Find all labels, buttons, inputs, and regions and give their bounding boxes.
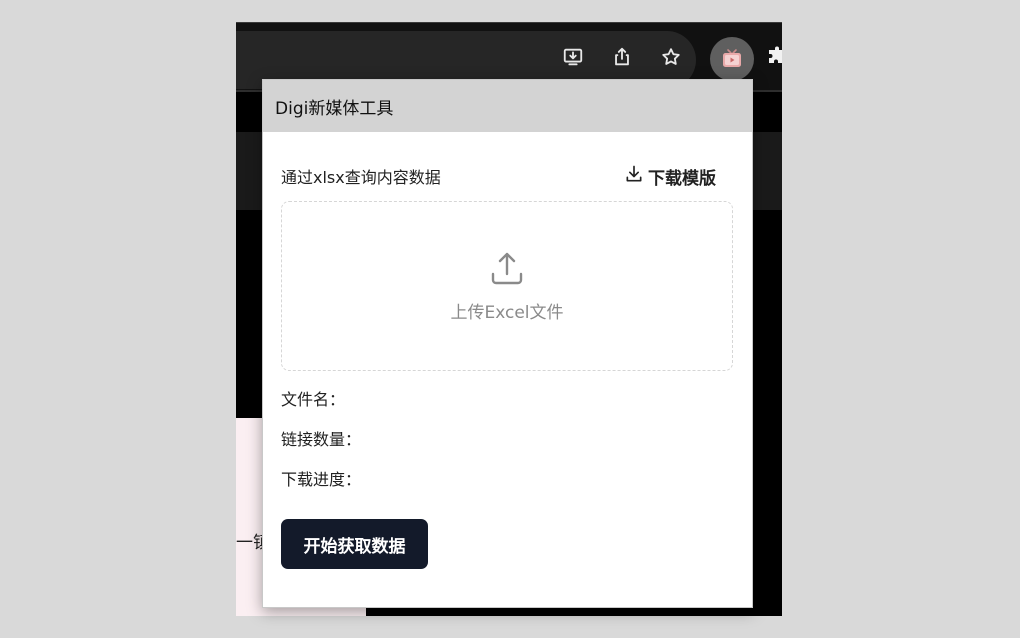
share-icon[interactable]	[610, 45, 634, 69]
star-icon[interactable]	[659, 45, 683, 69]
download-template-label: 下载模版	[648, 168, 716, 189]
extension-popup: Digi新媒体工具 通过xlsx查询内容数据 下载模版 上传Excel文件 文件…	[262, 79, 753, 608]
query-row: 通过xlsx查询内容数据 下载模版	[281, 162, 734, 190]
install-app-icon[interactable]	[561, 45, 585, 69]
download-template-button[interactable]: 下载模版	[624, 164, 716, 189]
tv-extension-icon[interactable]	[710, 37, 754, 81]
popup-header: Digi新媒体工具	[263, 80, 752, 132]
popup-title: Digi新媒体工具	[275, 98, 394, 119]
start-fetch-button[interactable]: 开始获取数据	[281, 519, 428, 569]
query-label: 通过xlsx查询内容数据	[281, 168, 441, 187]
upload-icon	[490, 250, 524, 290]
popup-body: 通过xlsx查询内容数据 下载模版 上传Excel文件 文件名： 链接数量： 下…	[263, 132, 752, 569]
upload-dropzone[interactable]: 上传Excel文件	[281, 201, 733, 371]
link-count-label: 链接数量：	[281, 430, 362, 449]
download-icon	[624, 164, 644, 189]
upload-label: 上传Excel文件	[450, 302, 564, 323]
file-name-label: 文件名：	[281, 390, 346, 409]
puzzle-icon[interactable]	[766, 45, 782, 69]
download-progress-label: 下载进度：	[281, 470, 362, 489]
